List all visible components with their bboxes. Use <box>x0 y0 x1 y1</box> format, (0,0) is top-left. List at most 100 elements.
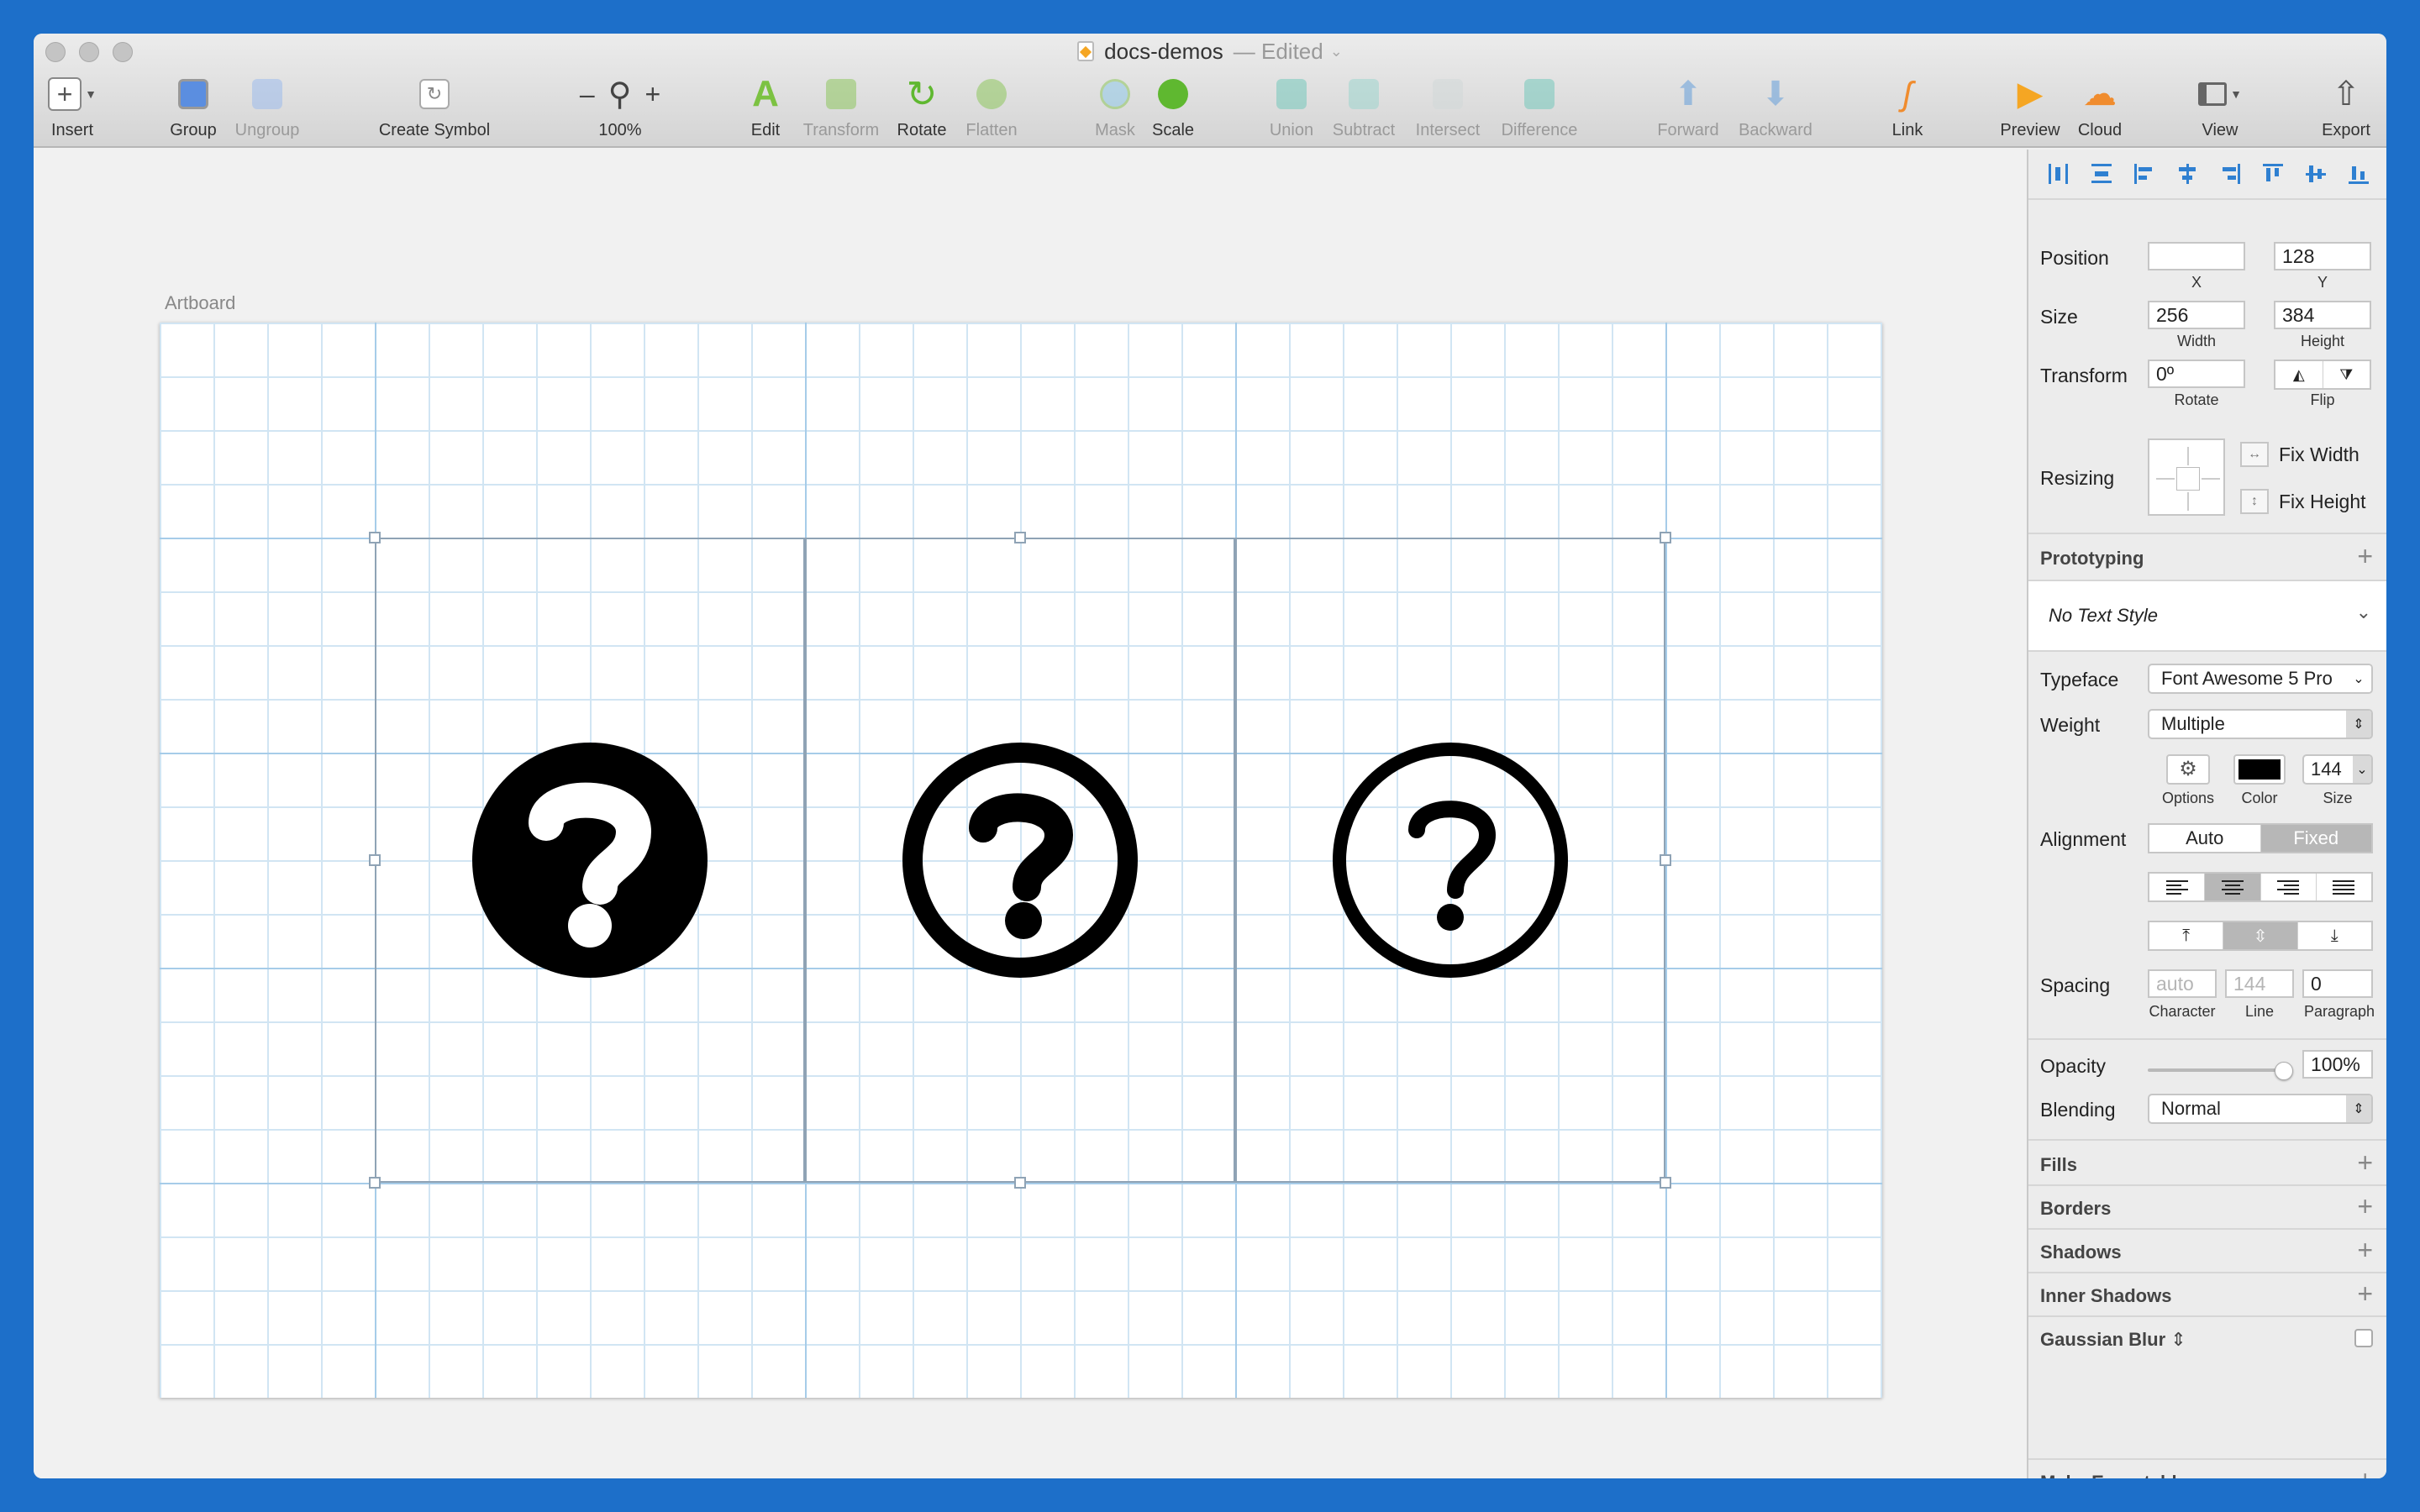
text-align-right-button[interactable] <box>2261 874 2317 900</box>
selection-handle[interactable] <box>1014 532 1026 543</box>
width-field[interactable]: 256 <box>2148 301 2245 329</box>
vertical-align-middle-button[interactable]: ⇳ <box>2223 922 2298 949</box>
typeface-dropdown[interactable]: Font Awesome 5 Pro ⌄ <box>2148 664 2373 694</box>
paragraph-spacing-field[interactable]: 0 <box>2302 969 2373 998</box>
font-size-field[interactable]: 144 ⌄ <box>2302 754 2373 785</box>
opacity-field[interactable]: 100% <box>2302 1050 2373 1079</box>
fix-width-label[interactable]: Fix Width <box>2279 444 2360 466</box>
add-border-icon[interactable]: + <box>2357 1193 2373 1220</box>
y-field[interactable]: 128 <box>2274 242 2371 270</box>
link-button[interactable]: ʃ Link <box>1853 71 1962 140</box>
resizing-control[interactable] <box>2148 438 2225 516</box>
icon-layer-regular[interactable] <box>805 538 1235 1183</box>
backward-button[interactable]: ⬇ Backward <box>1721 71 1830 140</box>
selection-handle[interactable] <box>369 854 381 866</box>
align-bottom-icon[interactable] <box>2347 162 2370 186</box>
flatten-button[interactable]: Flatten <box>937 71 1046 140</box>
zoom-in-button[interactable]: + <box>644 79 660 110</box>
artboard[interactable] <box>160 323 1882 1398</box>
vertical-align-top-button[interactable]: ⤒ <box>2149 922 2224 949</box>
canvas[interactable]: Artboard <box>34 150 2027 1478</box>
add-fill-icon[interactable]: + <box>2357 1149 2373 1176</box>
blending-dropdown[interactable]: Normal ⇕ <box>2148 1094 2373 1124</box>
alignment-toolbar <box>2028 150 2386 200</box>
selection-handle[interactable] <box>1660 1177 1671 1189</box>
flip-horizontal-button[interactable]: ◭ <box>2275 361 2323 388</box>
cloud-button[interactable]: ☁ Cloud <box>2045 71 2154 140</box>
weight-dropdown[interactable]: Multiple ⇕ <box>2148 709 2373 739</box>
chevron-down-icon: ⌄ <box>2353 756 2371 783</box>
text-options-button[interactable]: ⚙ <box>2166 754 2210 785</box>
align-right-icon[interactable] <box>2218 162 2242 186</box>
text-justify-button[interactable] <box>2317 874 2371 900</box>
ungroup-button[interactable]: Ungroup <box>213 71 322 140</box>
divider <box>2028 1458 2386 1460</box>
inner-shadows-header: Inner Shadows <box>2040 1285 2172 1306</box>
plus-icon: + <box>48 77 82 111</box>
vertical-align-bottom-button[interactable]: ⤓ <box>2298 922 2371 949</box>
link-icon: ʃ <box>1902 75 1912 113</box>
selection-handle[interactable] <box>1660 532 1671 543</box>
distribute-vertical-icon[interactable] <box>2090 162 2113 186</box>
fix-width-icon[interactable]: ↔ <box>2240 442 2269 467</box>
add-export-icon[interactable]: + <box>2357 1467 2373 1478</box>
opacity-slider[interactable] <box>2148 1062 2293 1080</box>
zoom-out-button[interactable]: – <box>580 79 595 110</box>
scale-button[interactable]: Scale <box>1118 71 1228 140</box>
add-prototyping-icon[interactable]: + <box>2357 543 2373 570</box>
flip-vertical-icon: ⧩ <box>2339 365 2354 383</box>
character-spacing-field[interactable]: auto <box>2148 969 2217 998</box>
zoom-control[interactable]: – ⚲ + 100% <box>561 71 679 140</box>
line-height-field[interactable]: 144 <box>2225 969 2294 998</box>
icon-layer-solid[interactable] <box>375 538 805 1183</box>
auto-width-button[interactable]: Auto <box>2149 825 2261 852</box>
transform-label: Transform <box>2040 365 2128 386</box>
pin-bottom[interactable] <box>2187 492 2189 511</box>
align-center-horizontal-icon[interactable] <box>2175 162 2199 186</box>
export-button[interactable]: ⇧ Export <box>2291 71 2386 140</box>
selection-handle[interactable] <box>369 1177 381 1189</box>
intersect-icon <box>1433 79 1463 109</box>
pin-top[interactable] <box>2187 447 2189 465</box>
distribute-horizontal-icon[interactable] <box>2047 162 2070 186</box>
stepper-icon: ⇕ <box>2170 1329 2186 1350</box>
difference-button[interactable]: Difference <box>1485 71 1594 140</box>
x-field[interactable] <box>2148 242 2245 270</box>
selection-handle[interactable] <box>1660 854 1671 866</box>
selection-handle[interactable] <box>1014 1177 1026 1189</box>
fix-height-icon[interactable]: ↕ <box>2240 489 2269 514</box>
view-button[interactable]: ▼ View <box>2165 71 2275 140</box>
pin-left[interactable] <box>2156 478 2175 480</box>
align-top-icon[interactable] <box>2261 162 2285 186</box>
line-height-placeholder: 144 <box>2233 973 2266 995</box>
add-inner-shadow-icon[interactable]: + <box>2357 1280 2373 1307</box>
color-well[interactable] <box>2233 754 2286 785</box>
color-caption: Color <box>2241 790 2278 806</box>
fixed-width-button[interactable]: Fixed <box>2260 825 2371 852</box>
text-align-center-button[interactable] <box>2205 874 2261 900</box>
artboard-label[interactable]: Artboard <box>165 292 235 314</box>
sketch-window: docs-demos — Edited ⌄ + ▼ Insert Group Un… <box>34 34 2386 1478</box>
text-style-dropdown[interactable]: No Text Style ⌄ <box>2028 581 2386 652</box>
gaussian-blur-header[interactable]: Gaussian Blur ⇕ <box>2040 1329 2186 1351</box>
align-left-icon[interactable] <box>2133 162 2156 186</box>
text-align-left-button[interactable] <box>2149 874 2206 900</box>
icon-layer-light[interactable] <box>1235 538 1665 1183</box>
flip-vertical-button[interactable]: ⧩ <box>2323 361 2370 388</box>
opacity-slider-knob[interactable] <box>2275 1062 2293 1080</box>
chevron-down-icon[interactable]: ⌄ <box>1330 43 1343 60</box>
fix-height-label[interactable]: Fix Height <box>2279 491 2366 513</box>
scale-label: Scale <box>1151 121 1195 139</box>
create-symbol-button[interactable]: ↻ Create Symbol <box>363 71 506 140</box>
pin-right[interactable] <box>2202 478 2220 480</box>
flip-horizontal-icon: ◭ <box>2292 365 2305 383</box>
rotate-field[interactable]: 0º <box>2148 360 2245 388</box>
fills-header: Fills <box>2040 1154 2078 1175</box>
blending-label: Blending <box>2040 1099 2116 1121</box>
gaussian-blur-checkbox[interactable] <box>2354 1329 2373 1347</box>
add-shadow-icon[interactable]: + <box>2357 1236 2373 1263</box>
align-middle-vertical-icon[interactable] <box>2304 162 2328 186</box>
selection-handle[interactable] <box>369 532 381 543</box>
height-field[interactable]: 384 <box>2274 301 2371 329</box>
insert-button[interactable]: + ▼ Insert <box>34 71 127 140</box>
